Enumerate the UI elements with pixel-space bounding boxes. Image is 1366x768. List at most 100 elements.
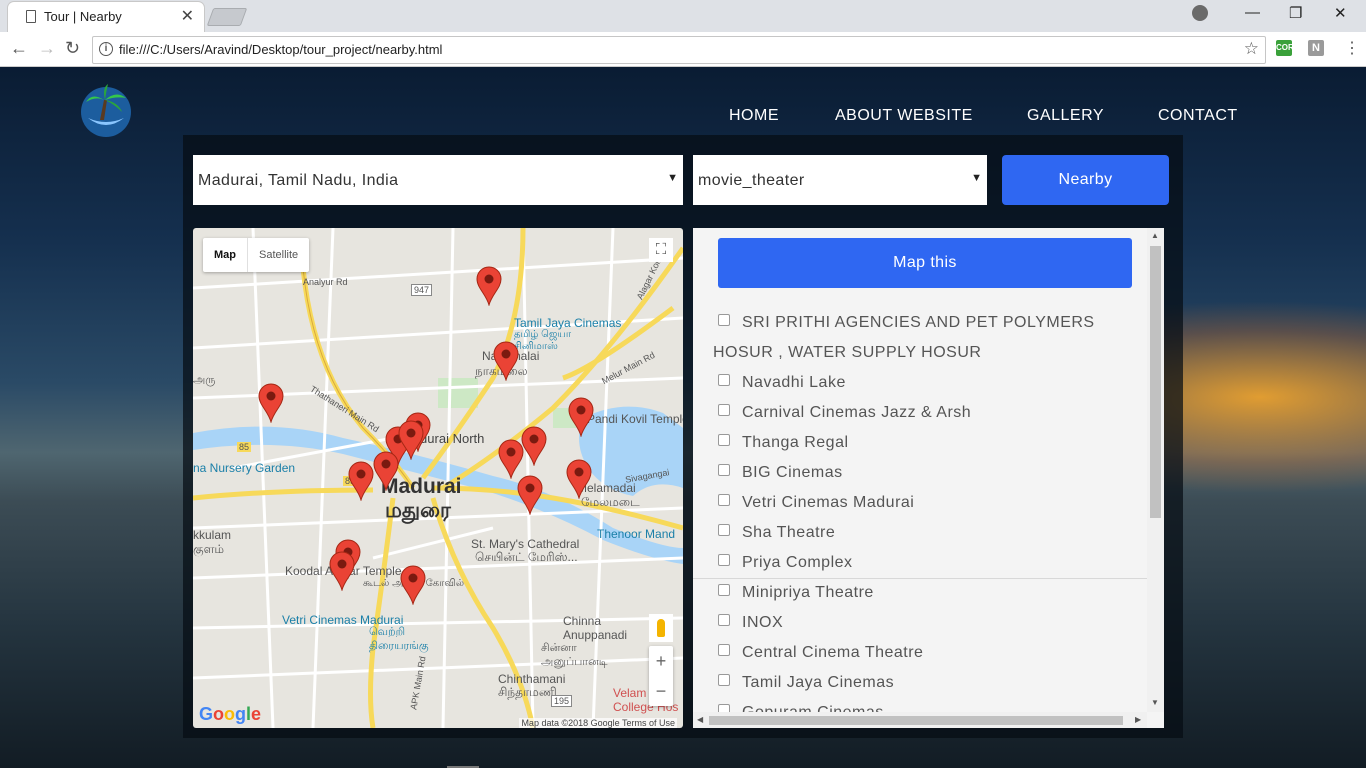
checkbox[interactable]: [718, 464, 730, 476]
tab-close-icon[interactable]: ✕: [181, 6, 194, 26]
map-marker-icon[interactable]: [348, 461, 374, 501]
scroll-down-icon[interactable]: ▼: [1151, 698, 1159, 707]
map-label-aru-ta: அரு: [193, 374, 216, 386]
map-marker-icon[interactable]: [373, 451, 399, 491]
browser-tab[interactable]: Tour | Nearby ✕: [8, 2, 204, 32]
checkbox[interactable]: [718, 554, 730, 566]
map-label-kkulam: kkulam: [193, 528, 232, 542]
nav-contact[interactable]: CONTACT: [1158, 107, 1238, 125]
zoom-out-button[interactable]: −: [649, 676, 673, 706]
map-type-map-button[interactable]: Map: [203, 238, 248, 272]
address-bar[interactable]: i file:///C:/Users/Aravind/Desktop/tour_…: [92, 36, 1266, 64]
bookmark-star-icon[interactable]: ☆: [1244, 39, 1259, 59]
nav-gallery[interactable]: GALLERY: [1027, 107, 1104, 125]
map-attribution[interactable]: Map data ©2018 Google Terms of Use: [519, 718, 677, 728]
checkbox[interactable]: [718, 674, 730, 686]
list-item[interactable]: Sha Theatre: [713, 518, 1153, 548]
map-marker-icon[interactable]: [566, 459, 592, 499]
map-this-button[interactable]: Map this: [718, 238, 1132, 288]
map-type-satellite-button[interactable]: Satellite: [248, 238, 309, 272]
reload-icon[interactable]: ↻: [65, 38, 80, 59]
map-marker-icon[interactable]: [517, 475, 543, 515]
search-panel: Madurai, Tamil Nadu, India ▼ movie_theat…: [183, 135, 1183, 738]
info-icon[interactable]: i: [99, 42, 113, 56]
checkbox[interactable]: [718, 494, 730, 506]
zoom-in-button[interactable]: +: [649, 646, 673, 676]
scroll-up-icon[interactable]: ▲: [1151, 231, 1159, 240]
location-select[interactable]: Madurai, Tamil Nadu, India ▼: [193, 155, 683, 205]
nav-about[interactable]: ABOUT WEBSITE: [835, 107, 973, 125]
checkbox[interactable]: [718, 374, 730, 386]
new-tab-button[interactable]: [206, 8, 248, 26]
account-icon[interactable]: [1192, 5, 1208, 21]
map-marker-icon[interactable]: [498, 439, 524, 479]
map-marker-icon[interactable]: [258, 383, 284, 423]
map-label-tamil-jaya: Tamil Jaya Cinemas: [514, 316, 622, 330]
list-item[interactable]: Minipriya Theatre: [713, 578, 1153, 608]
map-marker-icon[interactable]: [521, 426, 547, 466]
results-list[interactable]: Map this SRI PRITHI AGENCIES AND PET POL…: [693, 228, 1164, 728]
map-marker-icon[interactable]: [493, 341, 519, 381]
results-items: SRI PRITHI AGENCIES AND PET POLYMERS HOS…: [713, 308, 1153, 728]
map-type-control: Map Satellite: [203, 238, 310, 272]
checkbox[interactable]: [718, 614, 730, 626]
list-item-label: Central Cinema Theatre: [742, 644, 924, 661]
list-item[interactable]: Carnival Cinemas Jazz & Arsh: [713, 398, 1153, 428]
list-item[interactable]: Tamil Jaya Cinemas: [713, 668, 1153, 698]
scroll-left-icon[interactable]: ◀: [697, 715, 703, 724]
back-icon[interactable]: ←: [10, 38, 28, 59]
checkbox[interactable]: [718, 434, 730, 446]
tab-title: Tour | Nearby: [44, 9, 122, 24]
forward-icon[interactable]: →: [38, 38, 56, 59]
list-item[interactable]: Priya Complex: [713, 548, 1153, 578]
maximize-icon[interactable]: ❐: [1289, 4, 1302, 22]
google-map[interactable]: Madurai மதுரை Madurai North Tamil Jaya C…: [193, 228, 683, 728]
fullscreen-icon[interactable]: ⛶: [649, 238, 673, 262]
map-marker-icon[interactable]: [568, 397, 594, 437]
url-text: file:///C:/Users/Aravind/Desktop/tour_pr…: [119, 42, 443, 57]
nearby-button[interactable]: Nearby: [1002, 155, 1169, 205]
google-logo[interactable]: Google: [199, 704, 261, 725]
checkbox[interactable]: [718, 314, 730, 326]
map-label-pandi: Pandi Kovil Temple: [587, 412, 683, 426]
map-label-madurai-ta: மதுரை: [385, 499, 451, 522]
scroll-right-icon[interactable]: ▶: [1135, 715, 1141, 724]
map-marker-icon[interactable]: [400, 565, 426, 605]
checkbox[interactable]: [718, 584, 730, 596]
map-marker-icon[interactable]: [329, 551, 355, 591]
list-item[interactable]: SRI PRITHI AGENCIES AND PET POLYMERS HOS…: [713, 308, 1153, 368]
map-label-chinthamani: Chinthamani: [498, 672, 566, 686]
site-logo-icon[interactable]: [78, 82, 134, 138]
place-type-select[interactable]: movie_theater ▼: [693, 155, 987, 205]
list-item-label: Tamil Jaya Cinemas: [742, 674, 895, 691]
browser-menu-icon[interactable]: ⋮: [1344, 38, 1360, 58]
checkbox[interactable]: [718, 404, 730, 416]
dropdown-arrow-icon: ▼: [971, 172, 982, 184]
horizontal-scrollbar[interactable]: ◀ ▶: [693, 712, 1147, 728]
location-value: Madurai, Tamil Nadu, India: [198, 172, 399, 189]
list-item[interactable]: Vetri Cinemas Madurai: [713, 488, 1153, 518]
vertical-scroll-thumb[interactable]: [1150, 246, 1161, 518]
cors-extension-icon[interactable]: CORS: [1276, 40, 1299, 56]
map-marker-icon[interactable]: [398, 420, 424, 460]
map-marker-icon[interactable]: [476, 266, 502, 306]
checkbox[interactable]: [718, 644, 730, 656]
vertical-scrollbar[interactable]: ▲ ▼: [1147, 228, 1164, 712]
horizontal-scroll-thumb[interactable]: [709, 716, 1123, 725]
checkbox[interactable]: [718, 524, 730, 536]
map-label-chinna-ta: சின்னா அனுப்பானடி: [541, 642, 608, 668]
list-item[interactable]: INOX: [713, 608, 1153, 638]
list-item[interactable]: BIG Cinemas: [713, 458, 1153, 488]
list-item[interactable]: Navadhi Lake: [713, 368, 1153, 398]
map-label-nursery: na Nursery Garden: [193, 461, 296, 475]
window-close-icon[interactable]: ✕: [1334, 4, 1347, 22]
list-item[interactable]: Central Cinema Theatre: [713, 638, 1153, 668]
list-item-label: Minipriya Theatre: [742, 584, 874, 601]
nav-home[interactable]: HOME: [729, 107, 779, 125]
street-view-pegman-icon[interactable]: [649, 614, 673, 642]
minimize-icon[interactable]: —: [1245, 4, 1260, 21]
list-item[interactable]: Thanga Regal: [713, 428, 1153, 458]
place-type-value: movie_theater: [698, 172, 805, 189]
n-extension-icon[interactable]: N: [1308, 40, 1324, 56]
browser-toolbar: ← → ↻ i file:///C:/Users/Aravind/Desktop…: [0, 32, 1366, 67]
